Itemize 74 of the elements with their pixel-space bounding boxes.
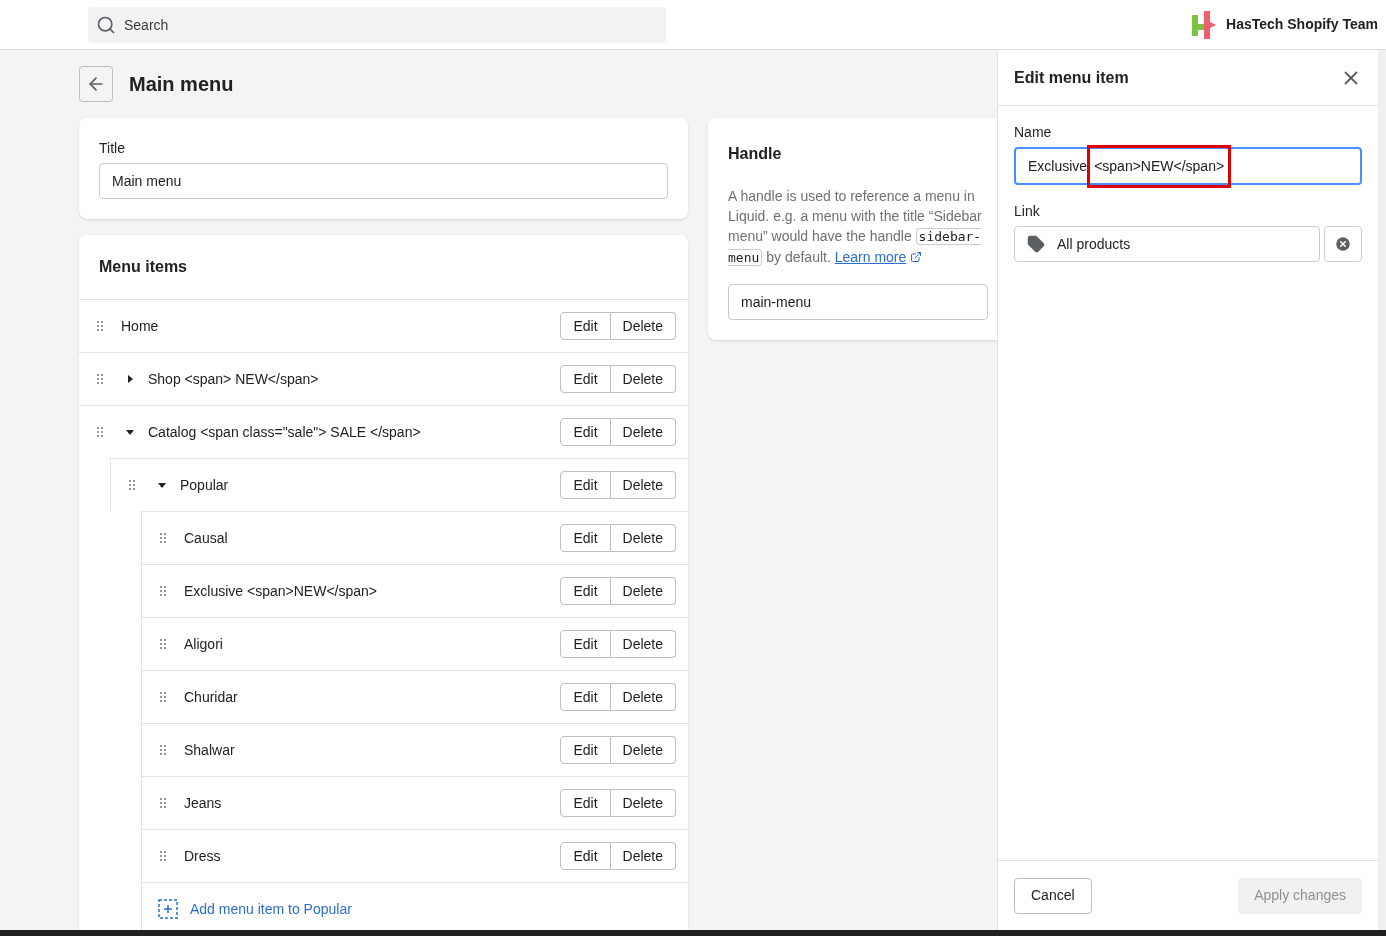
caret-down-icon[interactable] xyxy=(125,427,135,437)
clear-link-button[interactable] xyxy=(1324,226,1362,262)
drag-handle-icon[interactable] xyxy=(97,321,103,331)
drag-handle-icon[interactable] xyxy=(160,586,166,596)
delete-button[interactable]: Delete xyxy=(610,365,676,393)
delete-button[interactable]: Delete xyxy=(610,418,676,446)
card-title: Handle xyxy=(728,144,783,164)
drag-handle-icon[interactable] xyxy=(160,533,166,543)
drag-handle-icon[interactable] xyxy=(160,639,166,649)
edit-button[interactable]: Edit xyxy=(560,789,611,817)
edit-button[interactable]: Edit xyxy=(560,577,611,605)
menu-item-name: Aligori xyxy=(184,634,224,654)
drag-handle-icon[interactable] xyxy=(97,427,103,437)
name-label: Name xyxy=(1014,123,1053,142)
menu-item-name: Home xyxy=(121,316,160,336)
menu-item-name: Churidar xyxy=(184,687,239,707)
delete-button[interactable]: Delete xyxy=(610,842,676,870)
name-value: Exclusive xyxy=(1028,156,1088,176)
edit-button[interactable]: Edit xyxy=(560,683,611,711)
menu-item-name: Causal xyxy=(184,528,229,548)
delete-button[interactable]: Delete xyxy=(610,577,676,605)
delete-button[interactable]: Delete xyxy=(610,312,676,340)
menu-item-name: Catalog <span class="sale"> SALE </span> xyxy=(148,422,422,442)
link-label: Link xyxy=(1014,202,1041,221)
search-field[interactable]: Search xyxy=(88,6,666,43)
menu-item-name: Popular xyxy=(180,475,230,495)
edit-button[interactable]: Edit xyxy=(560,471,611,499)
name-input[interactable]: Exclusive <span>NEW</span> xyxy=(1014,147,1362,185)
link-input[interactable]: All products xyxy=(1014,226,1320,262)
drag-handle-icon[interactable] xyxy=(160,692,166,702)
store-name[interactable]: HasTech Shopify Team xyxy=(1226,14,1378,35)
menu-item-name: Dress xyxy=(184,846,222,866)
drag-handle-icon[interactable] xyxy=(160,798,166,808)
edit-button[interactable]: Edit xyxy=(560,524,611,552)
learn-more-link[interactable]: Learn more xyxy=(834,247,923,267)
edit-button[interactable]: Edit xyxy=(560,630,611,658)
menu-item-name: Shalwar xyxy=(184,740,236,760)
caret-right-icon[interactable] xyxy=(125,374,135,384)
clear-icon xyxy=(1334,235,1352,253)
menu-item-name: Jeans xyxy=(184,793,223,813)
delete-button[interactable]: Delete xyxy=(610,630,676,658)
caret-down-icon[interactable] xyxy=(157,480,167,490)
tag-icon xyxy=(1027,235,1045,253)
delete-button[interactable]: Delete xyxy=(610,471,676,499)
page-title: Main menu xyxy=(129,72,234,97)
title-input[interactable]: Main menu xyxy=(99,163,668,199)
search-icon xyxy=(96,14,116,35)
card-title: Menu items xyxy=(99,257,187,277)
edit-button[interactable]: Edit xyxy=(560,736,611,764)
drag-handle-icon[interactable] xyxy=(97,374,103,384)
drag-handle-icon[interactable] xyxy=(160,745,166,755)
edit-button[interactable]: Edit xyxy=(560,312,611,340)
scrollbar[interactable] xyxy=(1378,50,1386,930)
edit-button[interactable]: Edit xyxy=(560,418,611,446)
external-link-icon xyxy=(910,251,923,263)
delete-button[interactable]: Delete xyxy=(610,789,676,817)
highlighted-text: <span>NEW</span> xyxy=(1087,144,1232,188)
delete-button[interactable]: Delete xyxy=(610,683,676,711)
delete-button[interactable]: Delete xyxy=(610,736,676,764)
edit-button[interactable]: Edit xyxy=(560,842,611,870)
handle-input[interactable]: main-menu xyxy=(728,284,988,320)
delete-button[interactable]: Delete xyxy=(610,524,676,552)
menu-item-name: Exclusive <span>NEW</span> xyxy=(184,581,378,601)
drag-handle-icon[interactable] xyxy=(129,480,135,490)
panel-title: Edit menu item xyxy=(1014,67,1129,88)
title-label: Title xyxy=(99,139,126,158)
menu-item-name: Shop <span> NEW</span> xyxy=(148,369,320,389)
add-menu-item-link[interactable]: Add menu item to Popular xyxy=(190,898,352,920)
back-button[interactable] xyxy=(79,66,113,102)
cancel-button[interactable]: Cancel xyxy=(1014,877,1092,914)
handle-description: A handle is used to reference a menu in Liquid. e.g. a menu with the title “Sidebar menu” would have the handle sidebar-menu by default. Learn more xyxy=(728,187,983,268)
drag-handle-icon[interactable] xyxy=(160,851,166,861)
edit-button[interactable]: Edit xyxy=(560,365,611,393)
add-square-icon xyxy=(158,899,178,919)
